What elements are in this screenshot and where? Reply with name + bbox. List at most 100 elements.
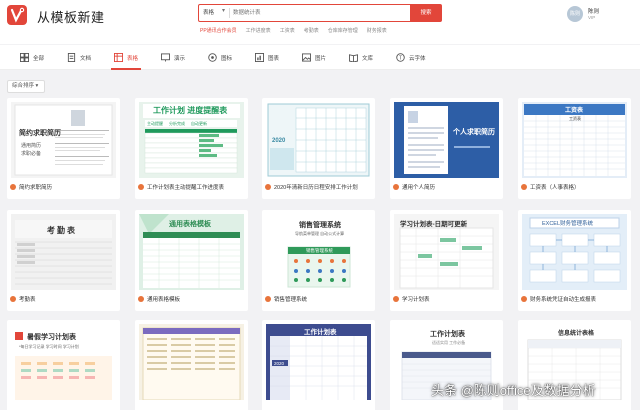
spreadsheet-file-icon (521, 296, 527, 302)
spreadsheet-file-icon (265, 296, 271, 302)
thumb-heading: 工作计划表 (430, 331, 465, 338)
doc-icon (67, 53, 76, 62)
chevron-down-icon: ▾ (35, 83, 39, 89)
hot-link[interactable]: 仓库库存管理 (328, 27, 358, 34)
user-name[interactable]: 陈则 (588, 7, 599, 15)
template-thumbnail: 工资表 工资表 (522, 102, 627, 178)
card-title: 财务系统凭证自动生成报表 (530, 297, 597, 303)
thumb-heading: 个人求职简历 (453, 129, 495, 136)
spreadsheet-file-icon (138, 296, 144, 302)
tab-icons[interactable]: 图标 (208, 45, 232, 70)
template-thumbnail: 学习计划表-日期可更新 (394, 214, 499, 290)
tab-label: 图标 (221, 55, 233, 62)
thumb-heading: 2020 (272, 138, 286, 144)
card-title: 通用表格模板 (147, 297, 181, 303)
tab-document[interactable]: 文档 (67, 45, 91, 70)
template-card[interactable]: 通用表格模板 通用表格模板 (135, 210, 248, 311)
card-title: 2020年清新日历日程安排工作计划 (274, 185, 358, 191)
hot-link[interactable]: 考勤表 (304, 27, 319, 34)
hot-link[interactable]: PP通讯合作会员 (200, 27, 237, 34)
page-title: 从模板新建 (37, 10, 105, 25)
card-footer: 考勤表 (10, 293, 118, 305)
template-card[interactable]: 学习计划表-日期可更新 学习计划表 (390, 210, 503, 311)
chevron-down-icon[interactable]: ▾ (222, 7, 225, 14)
thumb-heading: 简约求职简历 (19, 130, 61, 137)
hot-link[interactable]: 工作进度表 (246, 27, 271, 34)
tab-presentation[interactable]: 演示 (161, 45, 185, 70)
spreadsheet-file-icon (10, 184, 16, 190)
thumb-tag: 学习计划 (62, 344, 79, 349)
template-card[interactable]: 暑假学习计划表 *每日学习记录 学习时间 学习计划 (7, 320, 120, 410)
card-title: 工作计划表主动提醒工作进度表 (147, 185, 225, 191)
thumb-tag: 自动更新 (191, 121, 207, 126)
tab-label: 全部 (33, 55, 45, 62)
hot-link[interactable]: 财务报表 (367, 27, 387, 34)
thumb-heading: 暑假学习计划表 (27, 334, 76, 341)
template-card[interactable]: 个人求职简历 通用个人简历 (390, 98, 503, 199)
thumb-line: 销售管理系统 (306, 248, 333, 253)
thumb-heading: 工作计划表 (304, 329, 337, 336)
thumb-line: 2020 (274, 361, 285, 366)
card-title: 简约求职简历 (19, 185, 53, 191)
search-type-select[interactable]: 表格 (203, 8, 214, 16)
template-thumbnail (139, 324, 244, 400)
thumb-tag: 主动提醒 (147, 121, 163, 126)
graph-icon (255, 53, 264, 62)
thumb-heading: 考勤表 (47, 226, 77, 235)
spreadsheet-file-icon (393, 184, 399, 190)
template-card[interactable]: 工资表 工资表 工资表（人事表格） (518, 98, 631, 199)
thumb-tag: 自动公式计算 (320, 231, 345, 236)
tab-label: 文库 (362, 55, 374, 62)
app-logo-icon (7, 5, 27, 25)
image-icon (302, 53, 311, 62)
tab-library[interactable]: 文库 (349, 45, 373, 70)
template-thumbnail: 工作计划 进度提醒表 主动提醒 分析完成 自动更新 (139, 102, 244, 178)
thumb-heading: 工资表 (565, 108, 584, 114)
thumb-tag: *每日学习记录 (19, 344, 45, 349)
template-card[interactable]: 2020 2020年清新日历日程安排工作计划 (262, 98, 375, 199)
hot-link[interactable]: 工资表 (280, 27, 295, 34)
template-thumbnail: 2020 (266, 102, 371, 178)
tab-label: 图片 (315, 55, 327, 62)
card-footer: 学习计划表 (393, 293, 501, 305)
library-icon (349, 54, 358, 62)
tab-all[interactable]: 全部 (20, 45, 44, 70)
template-card[interactable]: EXCEL财务管理系统 财务系统凭证自动生成报表 (518, 210, 631, 311)
card-title: 工资表（人事表格） (530, 185, 580, 191)
thumb-heading: 销售管理系统 (299, 222, 341, 229)
template-card[interactable]: 工作计划 进度提醒表 主动提醒 分析完成 自动更新 工作计划表主动提醒工作进度表 (135, 98, 248, 199)
avatar[interactable]: 陈则 (567, 6, 583, 22)
spreadsheet-file-icon (393, 296, 399, 302)
thumb-line: 通用简历 (21, 143, 42, 149)
tab-charts[interactable]: 图表 (255, 45, 279, 70)
card-footer: 通用个人简历 (393, 181, 501, 193)
template-thumbnail: 个人求职简历 (394, 102, 499, 178)
template-thumbnail: 考勤表 (11, 214, 116, 290)
tab-label: 演示 (174, 55, 186, 62)
thumb-line: 适适实用 工作必备 (432, 340, 466, 345)
search-input[interactable] (233, 7, 403, 19)
template-card[interactable] (135, 320, 248, 410)
card-footer: 工资表（人事表格） (521, 181, 629, 193)
tab-label: 表格 (127, 55, 139, 62)
card-title: 考勤表 (19, 297, 36, 303)
template-card[interactable]: 销售管理系统 导航菜单管理 自动公式计算 销售管理系统 销售管理系统 (262, 210, 375, 311)
template-card[interactable]: 简约求职简历 通用简历 求职必备 简约求职简历 (7, 98, 120, 199)
spreadsheet-file-icon (138, 184, 144, 190)
search-button[interactable]: 搜索 (410, 4, 442, 22)
grid-icon (20, 53, 29, 62)
thumb-tag: 分析完成 (169, 121, 185, 126)
user-level: VIP (588, 15, 596, 20)
thumb-heading: EXCEL财务管理系统 (542, 221, 594, 227)
tab-cloud-fonts[interactable]: T 云字体 (396, 45, 426, 70)
font-icon: T (396, 53, 405, 62)
tab-images[interactable]: 图片 (302, 45, 326, 70)
tab-spreadsheet[interactable]: 表格 (110, 45, 142, 70)
search-box: 表格 ▾ (198, 4, 441, 22)
sort-dropdown[interactable]: 综合排序 ▾ (7, 80, 45, 93)
template-card[interactable]: 工作计划表 2020 (262, 320, 375, 410)
category-bar: 全部 文档 表格 演示 图标 图表 图片 文库 T 云字体 (0, 45, 640, 70)
chart-icon (208, 53, 217, 62)
card-footer: 通用表格模板 (138, 293, 246, 305)
template-card[interactable]: 考勤表 考勤表 (7, 210, 120, 311)
